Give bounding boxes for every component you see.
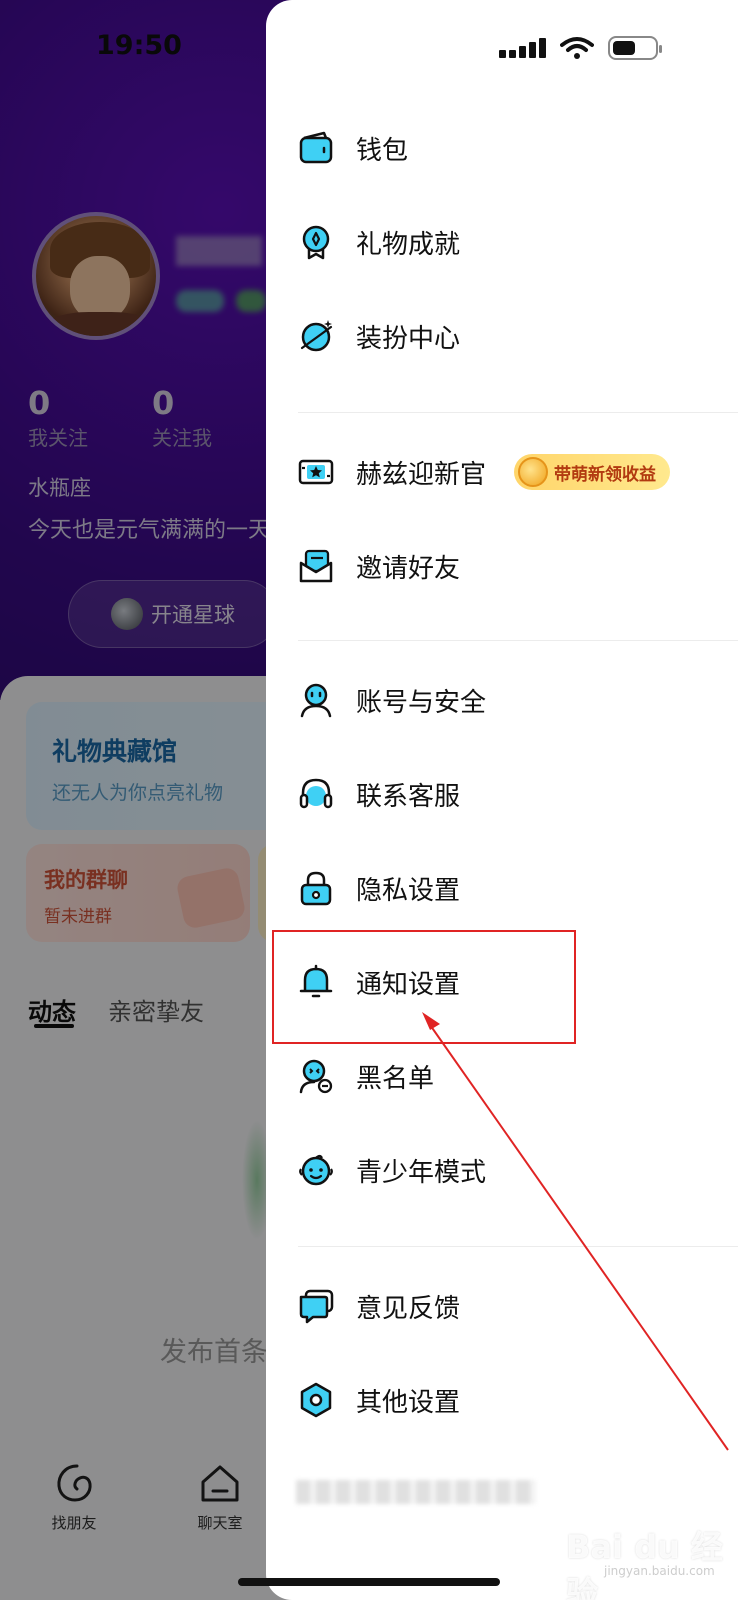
watermark-logo: Bai du 经验 — [566, 1528, 723, 1600]
watermark-url: jingyan.baidu.com — [604, 1564, 715, 1578]
home-indicator[interactable] — [238, 1578, 500, 1586]
annotation-arrow — [422, 1012, 729, 1451]
